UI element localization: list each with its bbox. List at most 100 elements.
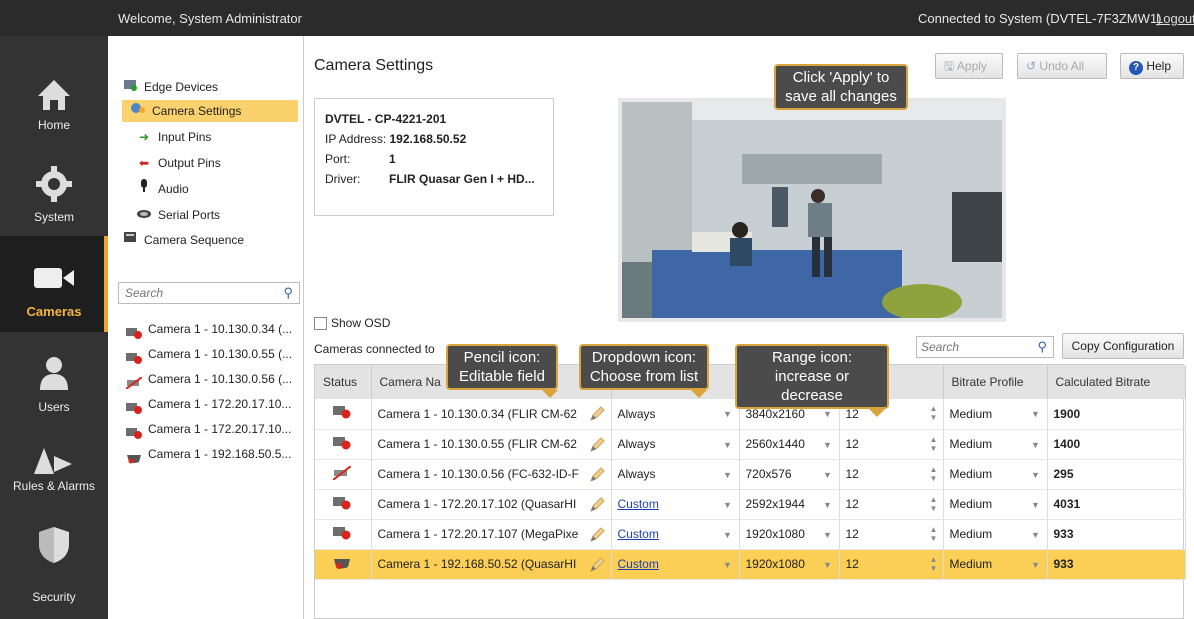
table-row[interactable]: Camera 1 - 172.20.17.107 (MegaPixe Custom… [315, 519, 1186, 550]
schedule-cell[interactable]: Always ▼ [611, 429, 740, 460]
fps-cell[interactable]: 12 ▲ ▼ [839, 459, 944, 490]
schedule-cell[interactable]: Custom ▼ [611, 519, 740, 550]
column-header-bitrate-profile[interactable]: Bitrate Profile [943, 365, 1048, 399]
search-icon[interactable]: ⚲ [283, 285, 293, 301]
schedule-value[interactable]: Custom [618, 557, 659, 571]
logout-link[interactable]: Logout [1156, 11, 1194, 26]
table-search-input[interactable] [917, 337, 1027, 357]
camera-name-cell[interactable]: Camera 1 - 10.130.0.34 (FLIR CM-62 [371, 399, 612, 430]
bitrate-profile-cell[interactable]: Medium ▼ [943, 549, 1048, 580]
tree-item-camera-sequence[interactable]: Camera Sequence [122, 229, 244, 251]
fps-cell[interactable]: 12 ▲ ▼ [839, 429, 944, 460]
column-header-calculated-bitrate[interactable]: Calculated Bitrate [1047, 365, 1186, 399]
resolution-cell[interactable]: 1920x1080 ▼ [739, 549, 840, 580]
camera-list-item[interactable]: Camera 1 - 10.130.0.34 (... [126, 318, 302, 340]
column-header-status[interactable]: Status [315, 365, 372, 399]
schedule-cell[interactable]: Custom ▼ [611, 489, 740, 520]
pencil-icon[interactable] [589, 526, 605, 546]
dropdown-arrow-icon[interactable]: ▼ [821, 438, 835, 452]
camera-name-cell[interactable]: Camera 1 - 192.168.50.52 (QuasarHI [371, 549, 612, 580]
table-row[interactable]: Camera 1 - 172.20.17.102 (QuasarHI Custom… [315, 489, 1186, 520]
schedule-value[interactable]: Custom [618, 497, 659, 511]
range-spinner-icon[interactable]: ▲ ▼ [929, 525, 939, 545]
dropdown-arrow-icon[interactable]: ▼ [1029, 407, 1043, 421]
camera-list-item[interactable]: Camera 1 - 172.20.17.10... [126, 418, 302, 440]
camera-name-cell[interactable]: Camera 1 - 10.130.0.56 (FC-632-ID-F [371, 459, 612, 490]
bitrate-profile-cell[interactable]: Medium ▼ [943, 519, 1048, 550]
tree-item-edge-devices[interactable]: Edge Devices [122, 76, 298, 98]
table-row[interactable]: Camera 1 - 10.130.0.55 (FLIR CM-62 Always… [315, 429, 1186, 460]
schedule-cell[interactable]: Custom ▼ [611, 549, 740, 580]
camera-red-icon [126, 349, 142, 364]
range-spinner-icon[interactable]: ▲ ▼ [929, 435, 939, 455]
resolution-cell[interactable]: 1920x1080 ▼ [739, 519, 840, 550]
bitrate-profile-cell[interactable]: Medium ▼ [943, 489, 1048, 520]
tree-item-serial-ports[interactable]: Serial Ports [136, 204, 220, 226]
dropdown-arrow-icon[interactable]: ▼ [821, 468, 835, 482]
bitrate-profile-cell[interactable]: Medium ▼ [943, 399, 1048, 430]
schedule-cell[interactable]: Always ▼ [611, 459, 740, 490]
camera-sequence-icon [122, 229, 138, 251]
camera-name-cell[interactable]: Camera 1 - 10.130.0.55 (FLIR CM-62 [371, 429, 612, 460]
schedule-value[interactable]: Custom [618, 527, 659, 541]
fps-cell[interactable]: 12 ▲ ▼ [839, 549, 944, 580]
pencil-tooltip: Pencil icon: Editable field [446, 344, 558, 398]
nav-home[interactable]: Home [0, 68, 108, 164]
nav-security[interactable]: Security [0, 522, 108, 618]
camera-name-cell[interactable]: Camera 1 - 172.20.17.102 (QuasarHI [371, 489, 612, 520]
camera-list-item[interactable]: Camera 1 - 172.20.17.10... [126, 393, 302, 415]
nav-users[interactable]: Users [0, 348, 108, 444]
pencil-icon[interactable] [589, 496, 605, 516]
dropdown-arrow-icon[interactable]: ▼ [1029, 438, 1043, 452]
camera-list-item[interactable]: Camera 1 - 10.130.0.55 (... [126, 343, 302, 365]
dropdown-arrow-icon[interactable]: ▼ [1029, 468, 1043, 482]
pencil-icon[interactable] [589, 556, 605, 576]
dropdown-arrow-icon[interactable]: ▼ [721, 558, 735, 572]
table-row[interactable]: Camera 1 - 192.168.50.52 (QuasarHI Custom… [315, 549, 1186, 580]
dropdown-arrow-icon[interactable]: ▼ [1029, 528, 1043, 542]
dropdown-arrow-icon[interactable]: ▼ [1029, 558, 1043, 572]
camera-list-item[interactable]: Camera 1 - 192.168.50.5... [126, 443, 302, 465]
range-spinner-icon[interactable]: ▲ ▼ [929, 465, 939, 485]
range-spinner-icon[interactable]: ▲ ▼ [929, 404, 939, 424]
dropdown-arrow-icon[interactable]: ▼ [821, 498, 835, 512]
fps-cell[interactable]: 12 ▲ ▼ [839, 519, 944, 550]
camera-name-cell[interactable]: Camera 1 - 172.20.17.107 (MegaPixe [371, 519, 612, 550]
camera-list-item[interactable]: Camera 1 - 10.130.0.56 (... [126, 368, 302, 390]
undo-all-button[interactable]: ↺ Undo All [1017, 53, 1107, 79]
table-row[interactable]: Camera 1 - 10.130.0.56 (FC-632-ID-F Alway… [315, 459, 1186, 490]
tree-item-camera-settings[interactable]: Camera Settings [122, 100, 298, 122]
search-icon[interactable]: ⚲ [1037, 339, 1047, 355]
dropdown-arrow-icon[interactable]: ▼ [721, 528, 735, 542]
dropdown-arrow-icon[interactable]: ▼ [821, 558, 835, 572]
pencil-icon[interactable] [589, 436, 605, 456]
bitrate-profile-cell[interactable]: Medium ▼ [943, 459, 1048, 490]
dropdown-arrow-icon[interactable]: ▼ [821, 407, 835, 421]
tree-item-audio[interactable]: Audio [136, 178, 189, 200]
tree-item-input-pins[interactable]: ➜ Input Pins [136, 126, 211, 148]
dropdown-arrow-icon[interactable]: ▼ [721, 498, 735, 512]
bitrate-profile-cell[interactable]: Medium ▼ [943, 429, 1048, 460]
show-osd-checkbox[interactable]: Show OSD [314, 316, 390, 331]
help-button[interactable]: ? Help [1120, 53, 1184, 79]
dropdown-arrow-icon[interactable]: ▼ [821, 528, 835, 542]
range-spinner-icon[interactable]: ▲ ▼ [929, 555, 939, 575]
copy-configuration-button[interactable]: Copy Configuration [1062, 333, 1184, 359]
apply-button[interactable]: 🖫 Apply [935, 53, 1003, 79]
dropdown-arrow-icon[interactable]: ▼ [721, 407, 735, 421]
calculated-bitrate-value: 933 [1053, 527, 1074, 541]
schedule-cell[interactable]: Always ▼ [611, 399, 740, 430]
nav-cameras[interactable]: Cameras [0, 236, 108, 332]
dropdown-arrow-icon[interactable]: ▼ [1029, 498, 1043, 512]
dropdown-arrow-icon[interactable]: ▼ [721, 468, 735, 482]
range-spinner-icon[interactable]: ▲ ▼ [929, 495, 939, 515]
pencil-icon[interactable] [589, 466, 605, 486]
pencil-icon[interactable] [589, 406, 605, 425]
fps-cell[interactable]: 12 ▲ ▼ [839, 489, 944, 520]
resolution-cell[interactable]: 2560x1440 ▼ [739, 429, 840, 460]
resolution-cell[interactable]: 2592x1944 ▼ [739, 489, 840, 520]
tree-search-input[interactable] [119, 283, 269, 303]
dropdown-arrow-icon[interactable]: ▼ [721, 438, 735, 452]
tree-item-output-pins[interactable]: ⬅ Output Pins [136, 152, 221, 174]
resolution-cell[interactable]: 720x576 ▼ [739, 459, 840, 490]
